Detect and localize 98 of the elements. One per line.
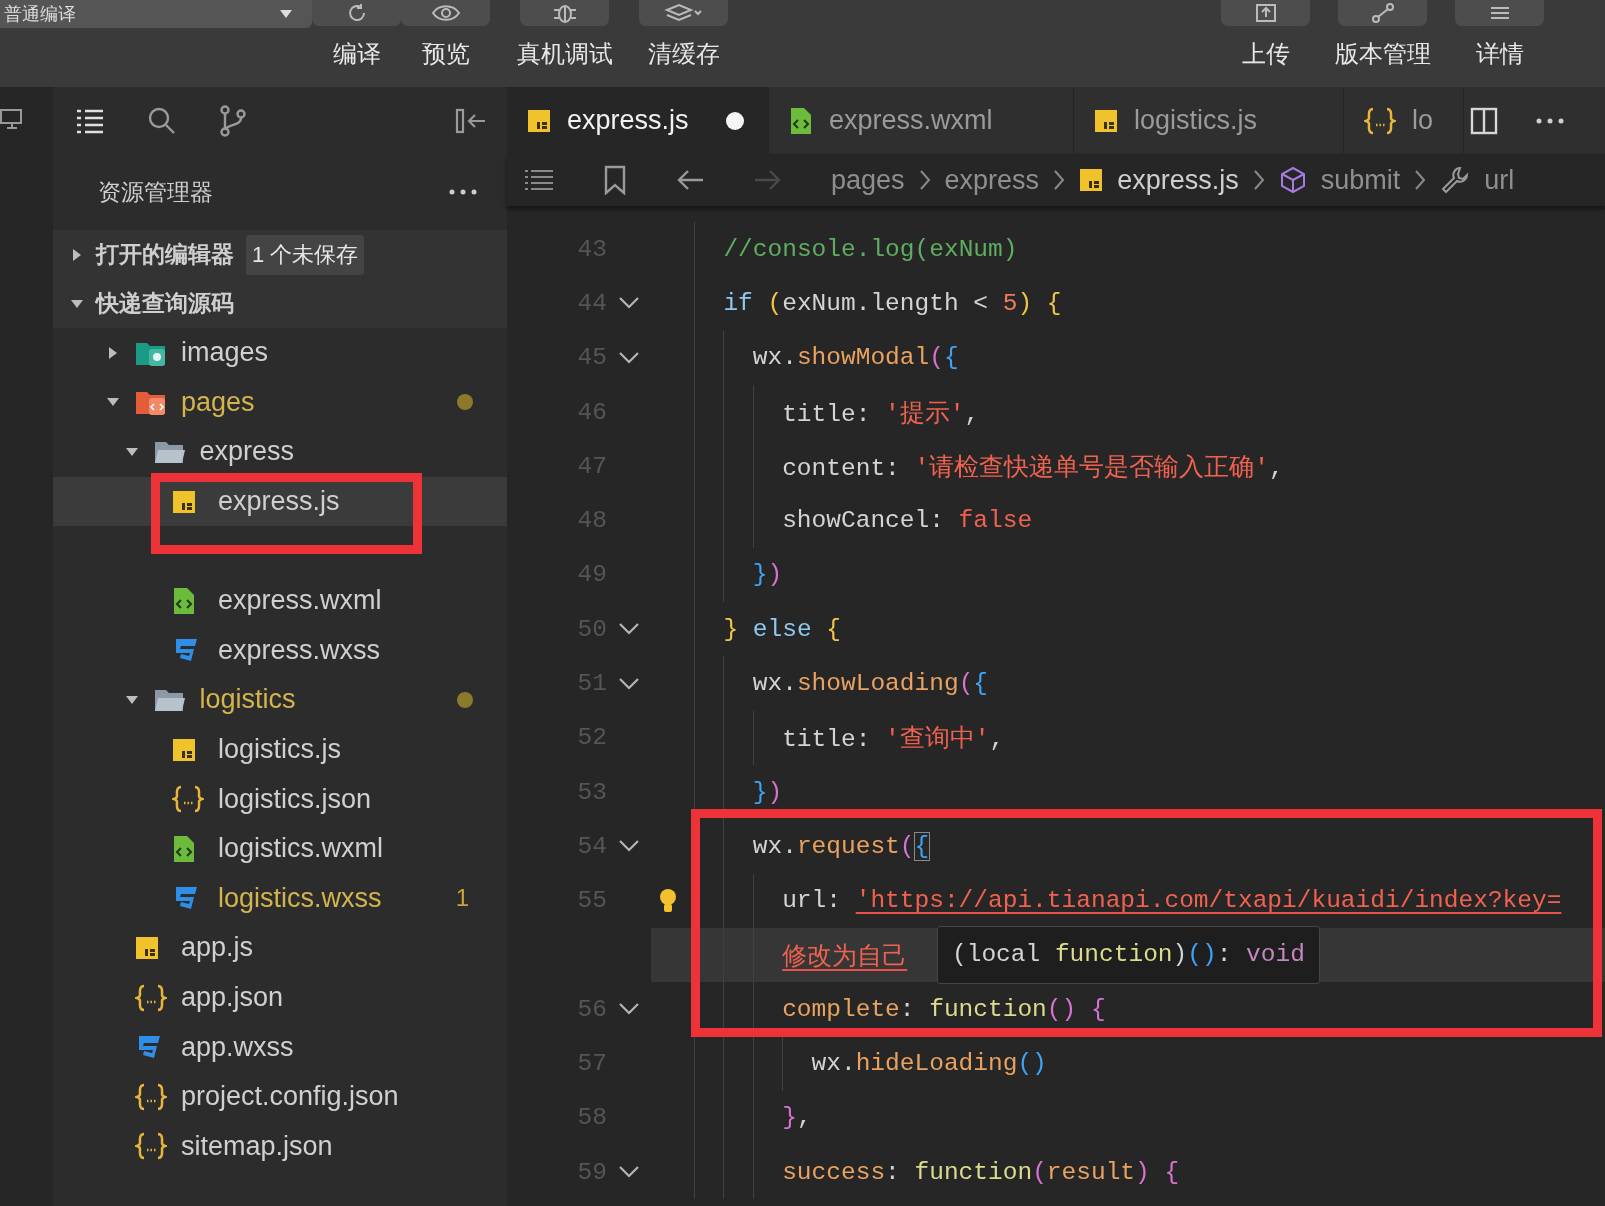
file-tree-item[interactable]: logistics.wxml: [53, 823, 507, 874]
js-file-icon: [172, 737, 196, 762]
code-line: content: '请检查快递单号是否输入正确',: [782, 453, 1284, 483]
code-line: success: function(result) {: [782, 1158, 1180, 1186]
braces-icon: [135, 1132, 167, 1161]
js-file-icon: [527, 108, 551, 133]
compile-mode-select[interactable]: 普通编译: [0, 0, 312, 28]
code-line: wx.hideLoading(): [811, 1050, 1047, 1078]
back-arrow-icon[interactable]: [675, 168, 705, 192]
braces-icon: [135, 1082, 167, 1111]
code-line: url: 'https://api.tianapi.com/txapi/kuaidi/index?key=: [782, 887, 1562, 915]
file-tree-item[interactable]: images: [53, 328, 507, 378]
toolbar-button[interactable]: 编译: [312, 0, 401, 70]
code-line: },: [782, 1104, 812, 1132]
file-tree-item[interactable]: app.js: [53, 923, 507, 973]
js-file-icon: [135, 935, 159, 960]
breadcrumb-item[interactable]: submit: [1320, 164, 1401, 196]
code-line: //console.log(exNum): [723, 235, 1018, 263]
bookmark-icon[interactable]: [603, 165, 627, 195]
chevron-right-icon: [1252, 169, 1265, 191]
code-line: wx.showLoading({: [752, 670, 989, 697]
breadcrumb-item[interactable]: pages: [831, 164, 905, 196]
file-tree-item[interactable]: express.wxss: [53, 625, 507, 676]
file-tree-item[interactable]: logistics.js: [53, 724, 507, 775]
layers-icon: [663, 3, 704, 23]
js-file-icon: [1079, 168, 1104, 192]
file-tree-item[interactable]: app.wxss: [53, 1022, 507, 1072]
toolbar-button[interactable]: 详情: [1455, 0, 1544, 70]
chevron-right-icon: [1414, 169, 1427, 191]
toolbar-button[interactable]: 预览: [401, 0, 490, 70]
eye-icon: [430, 3, 461, 23]
branch-icon: [1369, 2, 1396, 24]
upload-icon: [1253, 2, 1278, 24]
collapse-sidebar-icon[interactable]: [455, 107, 487, 134]
code-line: }): [752, 778, 783, 806]
code-line: }): [752, 561, 783, 589]
fold-chevron-icon[interactable]: [618, 350, 640, 365]
file-tree-item[interactable]: sitemap.json: [53, 1121, 507, 1172]
fold-chevron-icon[interactable]: [618, 296, 640, 311]
cube-icon: [1278, 166, 1307, 194]
file-tree-item[interactable]: logistics: [53, 675, 507, 725]
chevron-right-icon: [918, 169, 931, 191]
js-file-icon: [172, 489, 196, 514]
problem-count: 1: [455, 884, 469, 913]
fold-chevron-icon[interactable]: [618, 1002, 640, 1017]
js-file-icon: [1094, 108, 1118, 133]
monitor-icon[interactable]: [0, 107, 24, 131]
split-editor-icon[interactable]: [1470, 106, 1498, 135]
chevron-right-icon: [1053, 169, 1066, 191]
folder-icon: [153, 439, 186, 465]
file-tree-item[interactable]: logistics.wxss 1: [53, 873, 507, 924]
file-tree-item[interactable]: project.config.json: [53, 1071, 507, 1122]
code-line: title: '提示',: [782, 399, 980, 429]
code-line: wx.showModal({: [752, 344, 959, 372]
code-line: title: '查询中',: [782, 724, 1005, 755]
code-line: showCancel: false: [782, 507, 1033, 535]
breadcrumb-item[interactable]: express: [944, 164, 1040, 196]
list-icon[interactable]: [75, 107, 105, 134]
code-file-icon: [172, 834, 196, 863]
wrench-icon: [1440, 165, 1471, 195]
file-tree-item[interactable]: app.json: [53, 972, 507, 1023]
explorer-title: 资源管理器: [98, 177, 213, 207]
more-icon[interactable]: [1536, 117, 1564, 124]
editor-tab[interactable]: express.js: [507, 87, 769, 154]
braces-icon: [1364, 106, 1396, 135]
lightbulb-icon[interactable]: [659, 887, 677, 914]
braces-icon: [172, 785, 204, 814]
unsaved-badge: 1 个未保存: [246, 234, 365, 275]
code-line: 修改为自己: [782, 942, 908, 972]
fold-chevron-icon[interactable]: [618, 622, 640, 637]
caret-down-icon: [280, 10, 292, 18]
bug-icon: [551, 2, 578, 24]
code-line: if (exNum.length < 5) {: [723, 289, 1062, 317]
code-file-icon: [172, 586, 196, 615]
code-line: wx.request({: [752, 832, 930, 860]
file-tree-item[interactable]: logistics.json: [53, 774, 507, 824]
explorer-section[interactable]: 快递查询源码: [53, 279, 507, 328]
unsaved-dot: [726, 111, 744, 130]
code-line: } else {: [723, 615, 841, 643]
breadcrumb-item[interactable]: express.js: [1117, 164, 1239, 196]
hover-tooltip: (local function)(): void: [937, 925, 1320, 984]
breadcrumb-item[interactable]: url: [1484, 164, 1515, 196]
fold-chevron-icon[interactable]: [618, 839, 640, 854]
toolbar-button[interactable]: 清缓存: [639, 0, 728, 70]
code-line: complete: function() {: [782, 995, 1106, 1023]
toolbar-button[interactable]: 上传: [1221, 0, 1310, 70]
search-icon[interactable]: [147, 105, 177, 136]
code-file-icon: [789, 106, 813, 135]
braces-icon: [135, 983, 167, 1012]
more-icon[interactable]: [449, 189, 477, 195]
file-tree-item[interactable]: express: [53, 427, 507, 477]
fold-chevron-icon[interactable]: [618, 676, 640, 691]
fold-chevron-icon[interactable]: [618, 1165, 640, 1180]
branch-icon[interactable]: [219, 103, 247, 138]
file-tree-item[interactable]: express.wxml: [53, 575, 507, 626]
file-tree-item[interactable]: pages: [53, 377, 507, 428]
explorer-section[interactable]: 打开的编辑器 1 个未保存: [53, 230, 507, 279]
list-icon[interactable]: [523, 168, 555, 192]
